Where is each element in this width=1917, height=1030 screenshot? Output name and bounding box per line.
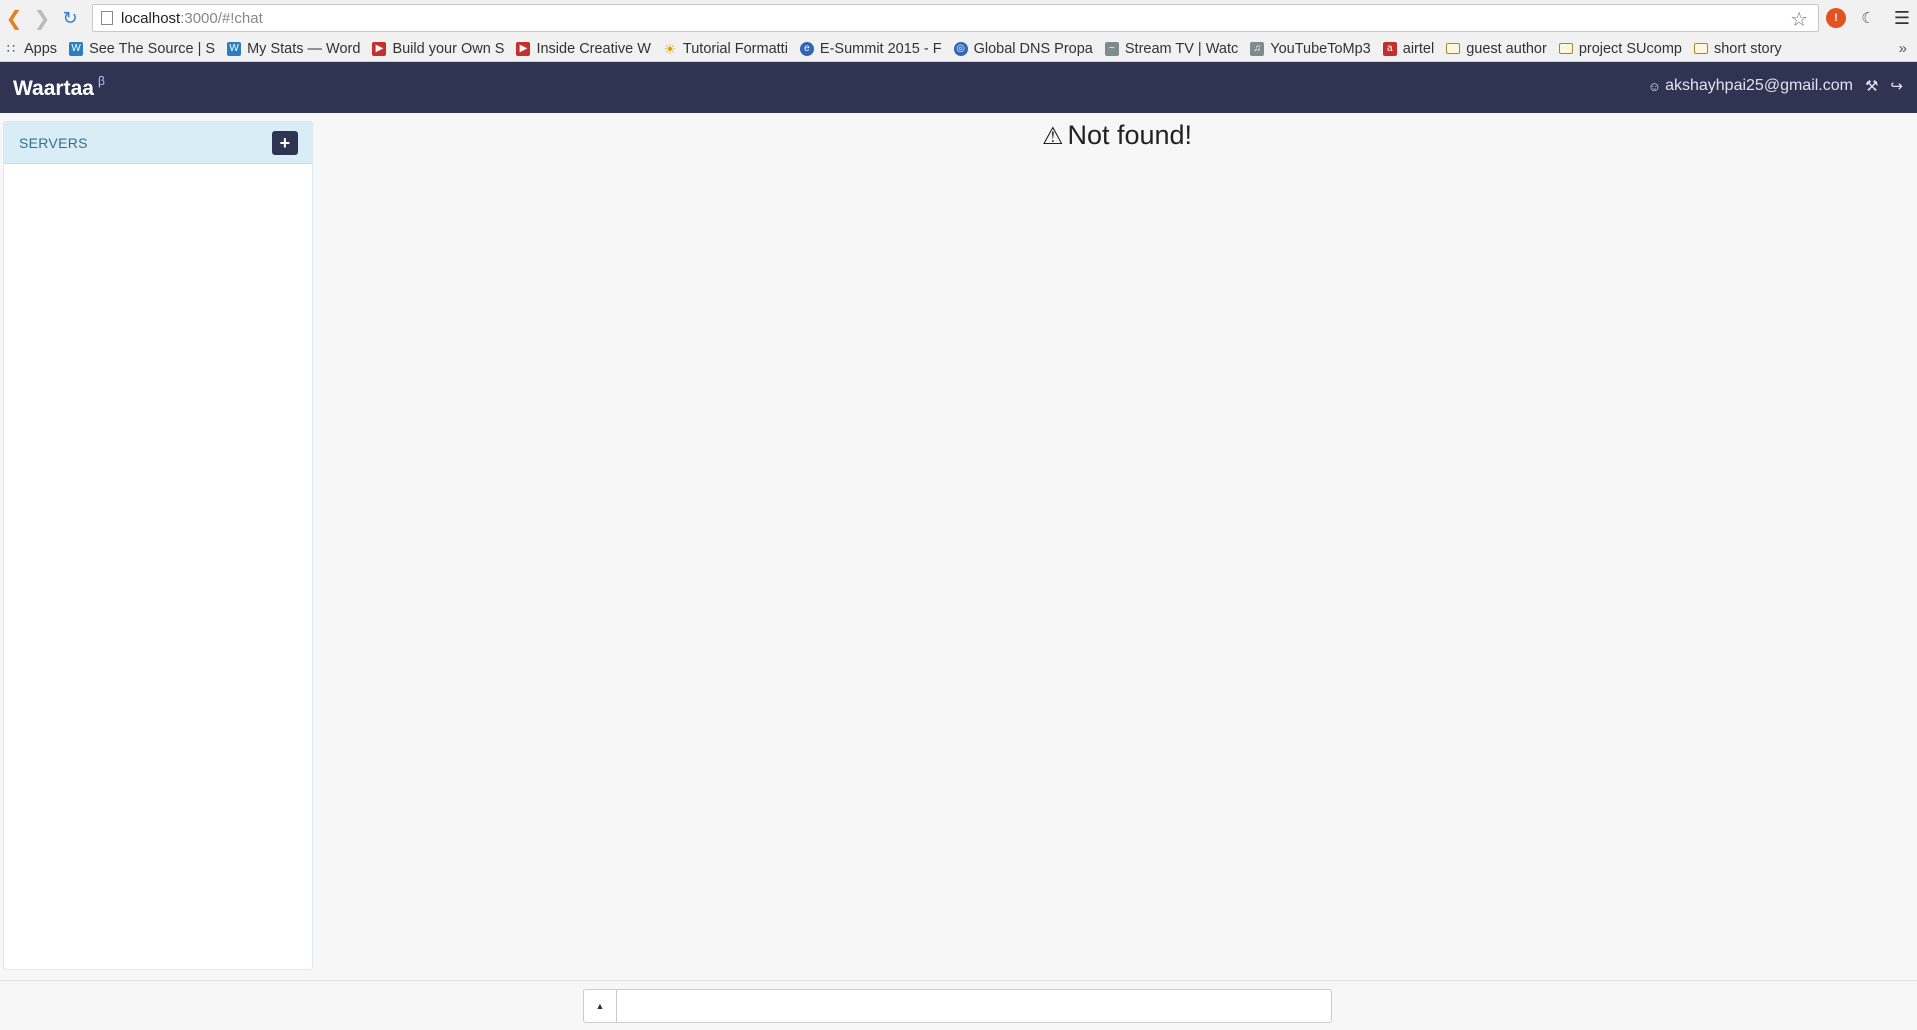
bookmark-e-summit[interactable]: e E-Summit 2015 - F: [799, 40, 942, 57]
user-email[interactable]: akshayhpai25@gmail.com: [1665, 77, 1853, 95]
brand-logo[interactable]: Waartaa β: [13, 74, 105, 101]
address-bar[interactable]: localhost:3000/#!chat ☆: [92, 4, 1819, 32]
wordpress-icon: W: [69, 41, 84, 56]
folder-icon: [1693, 43, 1708, 54]
bookmark-label: Stream TV | Watc: [1124, 40, 1239, 57]
folder-icon: [1446, 43, 1461, 54]
youtube-icon: ▶: [516, 41, 531, 56]
bookmark-label: Global DNS Propa: [973, 40, 1093, 57]
airtel-icon: a: [1382, 41, 1397, 56]
bookmark-label: airtel: [1402, 40, 1435, 57]
bookmark-stream-tv[interactable]: ~ Stream TV | Watc: [1104, 40, 1239, 57]
bookmark-apps[interactable]: ∷ Apps: [4, 41, 57, 57]
bookmark-label: E-Summit 2015 - F: [819, 40, 942, 57]
back-icon[interactable]: ❮: [4, 6, 24, 30]
expand-up-button[interactable]: ▲: [583, 989, 617, 1023]
bookmark-folder-guest-author[interactable]: guest author: [1446, 41, 1547, 57]
bookmark-my-stats[interactable]: W My Stats — Word: [227, 41, 360, 57]
bulb-icon: ☀: [663, 40, 677, 57]
folder-icon: [1558, 43, 1573, 54]
youtube-icon: ▶: [372, 41, 387, 56]
settings-wrench-icon[interactable]: ⚒: [1865, 77, 1878, 95]
bookmark-folder-project-sucomp[interactable]: project SUcomp: [1558, 40, 1682, 57]
bookmark-label: See The Source | S: [89, 40, 216, 57]
url-host: localhost: [121, 9, 181, 27]
user-area: ☺ akshayhpai25@gmail.com ⚒ ↪: [1648, 77, 1903, 95]
bookmark-label: project SUcomp: [1578, 40, 1682, 57]
user-icon: ☺: [1647, 78, 1662, 94]
bookmark-label: guest author: [1466, 40, 1547, 57]
bookmark-label: short story: [1713, 40, 1782, 57]
not-found-text: Not found!: [1067, 120, 1193, 150]
more-bookmarks-icon[interactable]: »: [1899, 40, 1907, 57]
extension-icon[interactable]: ☾: [1858, 8, 1878, 28]
bookmark-global-dns[interactable]: ◎ Global DNS Propa: [953, 40, 1093, 57]
servers-panel: SERVERS +: [3, 121, 313, 970]
reload-icon[interactable]: ↻: [60, 6, 80, 30]
bookmark-build-your-own[interactable]: ▶ Build your Own S: [372, 41, 504, 57]
bookmark-youtubetomp3[interactable]: ♫ YouTubeToMp3: [1250, 41, 1371, 57]
bookmark-inside-creative[interactable]: ▶ Inside Creative W: [516, 40, 651, 57]
chat-footer: ▲: [0, 980, 1917, 1030]
bookmark-see-the-source[interactable]: W See The Source | S: [69, 41, 215, 57]
stream-icon: ~: [1104, 41, 1119, 56]
url-path: :3000/#!chat: [180, 9, 263, 27]
browser-menu-icon[interactable]: ☰: [1892, 8, 1912, 28]
bookmark-tutorial-formatting[interactable]: ☀ Tutorial Formatti: [663, 41, 788, 57]
bookmark-folder-short-story[interactable]: short story: [1693, 40, 1782, 57]
bookmark-airtel[interactable]: a airtel: [1382, 40, 1435, 57]
converter-icon: ♫: [1250, 41, 1265, 56]
bookmark-label: My Stats — Word: [247, 40, 361, 57]
bookmarks-bar: ∷ Apps W See The Source | S W My Stats — Wo…: [0, 36, 1917, 62]
app-navbar: Waartaa β ☺ akshayhpai25@gmail.com ⚒ ↪: [0, 62, 1917, 113]
warning-icon: ⚠: [1041, 123, 1064, 150]
wordpress-icon: W: [227, 41, 242, 56]
bookmark-label: Apps: [24, 40, 58, 57]
browser-toolbar: ❮ ❯ ↻ localhost:3000/#!chat ☆ ! ☾ ☰: [0, 0, 1917, 36]
globe-icon: ◎: [953, 41, 968, 56]
extension-icon[interactable]: !: [1826, 8, 1846, 28]
not-found-message: ⚠ Not found!: [0, 120, 1917, 151]
bookmark-label: YouTubeToMp3: [1270, 40, 1371, 57]
bookmark-label: Build your Own S: [392, 40, 505, 57]
bookmark-label: Inside Creative W: [536, 40, 651, 57]
link-icon: e: [799, 41, 814, 56]
brand-name: Waartaa: [13, 77, 94, 100]
forward-icon[interactable]: ❯: [32, 6, 52, 30]
apps-icon: ∷: [6, 40, 16, 56]
page-icon: [101, 11, 113, 25]
bookmark-label: Tutorial Formatti: [682, 40, 788, 57]
bookmark-star-icon[interactable]: ☆: [1790, 7, 1808, 32]
beta-badge: β: [97, 74, 105, 88]
chat-input[interactable]: [616, 989, 1332, 1023]
sign-out-icon[interactable]: ↪: [1890, 77, 1903, 95]
